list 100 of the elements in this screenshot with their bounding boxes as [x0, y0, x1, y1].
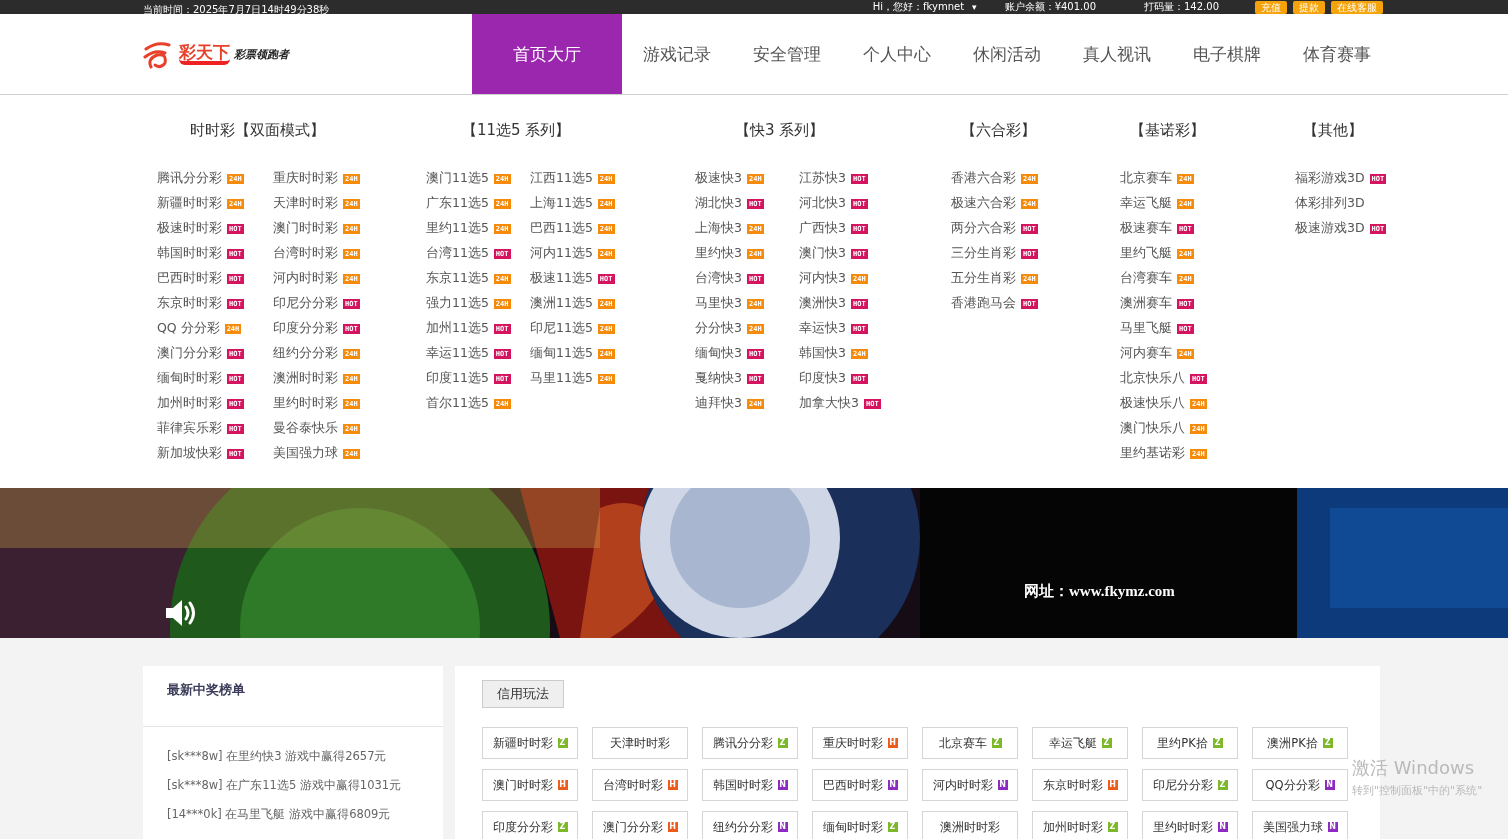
nav-tab[interactable]: 休闲活动 — [952, 14, 1062, 94]
game-button[interactable]: 澳门时时彩 H — [482, 769, 578, 801]
game-link[interactable]: 首尔11选5 — [426, 395, 489, 412]
nav-tab[interactable]: 体育赛事 — [1282, 14, 1392, 94]
nav-tab[interactable]: 安全管理 — [732, 14, 842, 94]
game-link[interactable]: 台湾时时彩 — [273, 245, 338, 262]
game-link[interactable]: 菲律宾乐彩 — [157, 420, 222, 437]
game-link[interactable]: 巴西时时彩 — [157, 270, 222, 287]
game-button[interactable]: 河内时时彩 N — [922, 769, 1018, 801]
game-link[interactable]: 印度快3 — [799, 370, 846, 387]
game-link[interactable]: 天津时时彩 — [273, 195, 338, 212]
game-link[interactable]: 两分六合彩 — [951, 220, 1016, 237]
game-link[interactable]: 幸运快3 — [799, 320, 846, 337]
game-link[interactable]: QQ 分分彩 — [157, 320, 220, 337]
nav-tab[interactable]: 个人中心 — [842, 14, 952, 94]
game-button[interactable]: 重庆时时彩 H — [812, 727, 908, 759]
nav-tab[interactable]: 电子棋牌 — [1172, 14, 1282, 94]
game-link[interactable]: 里约快3 — [695, 245, 742, 262]
game-link[interactable]: 幸运飞艇 — [1120, 195, 1172, 212]
game-link[interactable]: 湖北快3 — [695, 195, 742, 212]
game-link[interactable]: 曼谷泰快乐 — [273, 420, 338, 437]
game-link[interactable]: 广西快3 — [799, 220, 846, 237]
game-link[interactable]: 里约飞艇 — [1120, 245, 1172, 262]
game-link[interactable]: 里约时时彩 — [273, 395, 338, 412]
game-link[interactable]: 河内赛车 — [1120, 345, 1172, 362]
game-button[interactable]: 里约PK拾 Z — [1142, 727, 1238, 759]
game-link[interactable]: 河内快3 — [799, 270, 846, 287]
game-link[interactable]: 澳门快3 — [799, 245, 846, 262]
game-link[interactable]: 里约基诺彩 — [1120, 445, 1185, 462]
game-link[interactable]: 极速游戏3D — [1295, 220, 1365, 237]
speaker-icon[interactable] — [164, 598, 198, 628]
game-link[interactable]: 上海11选5 — [530, 195, 593, 212]
game-button[interactable]: 东京时时彩 H — [1032, 769, 1128, 801]
nav-tab[interactable]: 首页大厅 — [472, 14, 622, 94]
game-link[interactable]: 巴西11选5 — [530, 220, 593, 237]
game-link[interactable]: 三分生肖彩 — [951, 245, 1016, 262]
game-link[interactable]: 美国强力球 — [273, 445, 338, 462]
game-link[interactable]: 极速快乐八 — [1120, 395, 1185, 412]
game-button[interactable]: 缅甸时时彩 Z — [812, 811, 908, 839]
game-link[interactable]: 加州时时彩 — [157, 395, 222, 412]
game-link[interactable]: 江苏快3 — [799, 170, 846, 187]
game-link[interactable]: 极速11选5 — [530, 270, 593, 287]
game-link[interactable]: 韩国快3 — [799, 345, 846, 362]
caret-icon[interactable]: ▾ — [972, 1, 977, 13]
game-link[interactable]: 澳洲时时彩 — [273, 370, 338, 387]
game-link[interactable]: 香港六合彩 — [951, 170, 1016, 187]
game-link[interactable]: 台湾赛车 — [1120, 270, 1172, 287]
game-link[interactable]: 戛纳快3 — [695, 370, 742, 387]
game-link[interactable]: 香港跑马会 — [951, 295, 1016, 312]
game-link[interactable]: 重庆时时彩 — [273, 170, 338, 187]
game-link[interactable]: 分分快3 — [695, 320, 742, 337]
game-link[interactable]: 北京赛车 — [1120, 170, 1172, 187]
game-link[interactable]: 新加坡快彩 — [157, 445, 222, 462]
game-link[interactable]: 幸运11选5 — [426, 345, 489, 362]
game-link[interactable]: 印尼11选5 — [530, 320, 593, 337]
game-link[interactable]: 台湾快3 — [695, 270, 742, 287]
game-link[interactable]: 里约11选5 — [426, 220, 489, 237]
game-link[interactable]: 上海快3 — [695, 220, 742, 237]
game-button[interactable]: 里约时时彩 N — [1142, 811, 1238, 839]
game-link[interactable]: 缅甸11选5 — [530, 345, 593, 362]
game-link[interactable]: 东京11选5 — [426, 270, 489, 287]
game-button[interactable]: 澳门分分彩 H — [592, 811, 688, 839]
game-button[interactable]: 澳洲时时彩 — [922, 811, 1018, 839]
game-button[interactable]: 新疆时时彩 Z — [482, 727, 578, 759]
game-button[interactable]: 澳洲PK拾 Z — [1252, 727, 1348, 759]
game-button[interactable]: 印尼分分彩 Z — [1142, 769, 1238, 801]
game-button[interactable]: QQ分分彩 N — [1252, 769, 1348, 801]
game-button[interactable]: 天津时时彩 — [592, 727, 688, 759]
game-link[interactable]: 河内时时彩 — [273, 270, 338, 287]
game-link[interactable]: 广东11选5 — [426, 195, 489, 212]
game-link[interactable]: 加拿大快3 — [799, 395, 859, 412]
game-button[interactable]: 加州时时彩 Z — [1032, 811, 1128, 839]
game-link[interactable]: 澳门时时彩 — [273, 220, 338, 237]
nav-tab[interactable]: 真人视讯 — [1062, 14, 1172, 94]
game-link[interactable]: 澳洲快3 — [799, 295, 846, 312]
game-button[interactable]: 巴西时时彩 N — [812, 769, 908, 801]
game-link[interactable]: 迪拜快3 — [695, 395, 742, 412]
game-link[interactable]: 韩国时时彩 — [157, 245, 222, 262]
game-link[interactable]: 澳门快乐八 — [1120, 420, 1185, 437]
game-button[interactable]: 纽约分分彩 N — [702, 811, 798, 839]
game-link[interactable]: 新疆时时彩 — [157, 195, 222, 212]
game-link[interactable]: 极速快3 — [695, 170, 742, 187]
game-link[interactable]: 马里11选5 — [530, 370, 593, 387]
game-link[interactable]: 加州11选5 — [426, 320, 489, 337]
user-greeting[interactable]: Hi，您好：fkymnet — [872, 1, 965, 13]
game-link[interactable]: 澳门分分彩 — [157, 345, 222, 362]
game-button[interactable]: 韩国时时彩 N — [702, 769, 798, 801]
game-link[interactable]: 腾讯分分彩 — [157, 170, 222, 187]
game-link[interactable]: 印尼分分彩 — [273, 295, 338, 312]
game-link[interactable]: 江西11选5 — [530, 170, 593, 187]
game-link[interactable]: 极速赛车 — [1120, 220, 1172, 237]
game-button[interactable]: 美国强力球 N — [1252, 811, 1348, 839]
game-link[interactable]: 体彩排列3D — [1295, 195, 1365, 212]
game-link[interactable]: 纽约分分彩 — [273, 345, 338, 362]
mode-tab[interactable]: 信用玩法 — [482, 680, 564, 708]
game-button[interactable]: 北京赛车 Z — [922, 727, 1018, 759]
logo-text[interactable]: 彩天下 — [179, 43, 230, 65]
game-link[interactable]: 北京快乐八 — [1120, 370, 1185, 387]
game-link[interactable]: 极速时时彩 — [157, 220, 222, 237]
game-link[interactable]: 缅甸时时彩 — [157, 370, 222, 387]
